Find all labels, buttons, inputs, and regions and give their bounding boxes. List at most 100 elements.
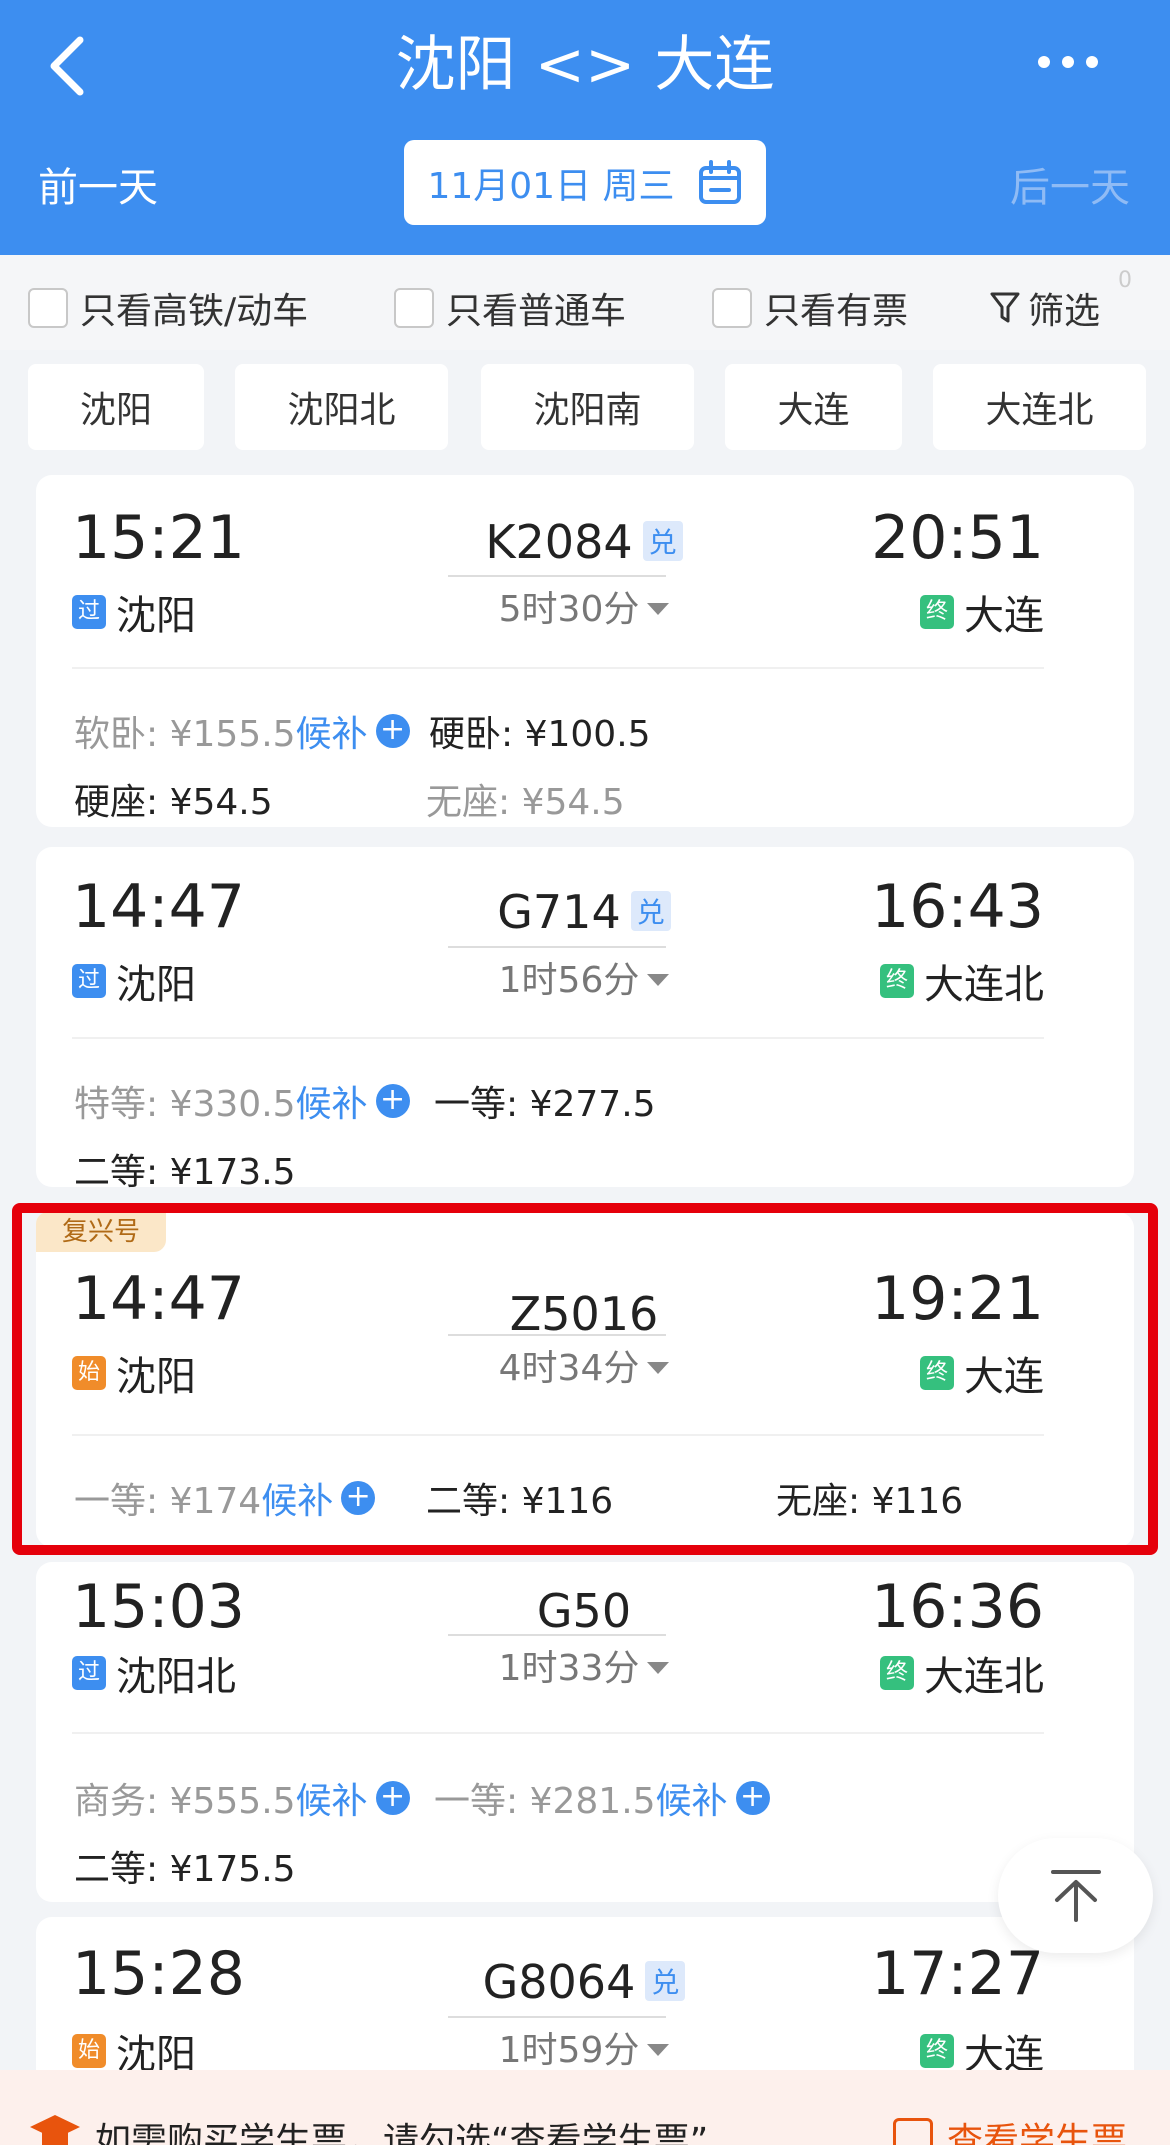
arrival-station: 终大连	[920, 2022, 1044, 2070]
filter-label: 筛选	[1028, 291, 1101, 332]
arrival-station: 终大连	[920, 1344, 1044, 1402]
departure-time: 15:28	[72, 1939, 245, 2009]
duration[interactable]: 1时56分	[414, 951, 754, 1003]
arrival-time: 19:21	[871, 1264, 1044, 1334]
station-chip[interactable]: 沈阳北	[235, 364, 448, 450]
exchange-badge: 兑	[645, 1961, 686, 2001]
train-card[interactable]: 15:28 G8064 兑 1时59分 17:27 始沈阳 终大连	[36, 1917, 1134, 2070]
more-menu-button[interactable]	[1028, 42, 1108, 82]
duration[interactable]: 1时33分	[414, 1639, 754, 1691]
header: 沈阳 <> 大连 前一天 11月01日 周三 后一天	[0, 0, 1170, 255]
arrival-station: 终大连北	[880, 1644, 1044, 1702]
departure-time: 14:47	[72, 1264, 245, 1334]
route-line	[448, 1334, 666, 1336]
terminal-tag-icon: 终	[880, 964, 914, 998]
terminal-tag-icon: 终	[880, 1656, 914, 1690]
route-line	[448, 946, 666, 948]
chevron-down-icon	[647, 1662, 670, 1674]
seat-price: 二等: ¥173.5	[74, 1152, 296, 1193]
train-number: Z5016	[509, 1287, 659, 1341]
waitlist-link[interactable]: 候补	[296, 1772, 368, 1824]
departure-station: 过沈阳	[72, 583, 196, 641]
calendar-icon	[698, 159, 741, 204]
train-card[interactable]: 14:47 G714 兑 1时56分 16:43 过沈阳 终大连北 特等: ¥33…	[36, 847, 1134, 1193]
plus-circle-icon[interactable]: +	[375, 714, 410, 748]
fuxing-ribbon: 复兴号	[36, 1212, 166, 1252]
origin-tag-icon: 始	[72, 1356, 106, 1390]
available-only-checkbox[interactable]: 只看有票	[712, 282, 908, 334]
more-dot-icon	[1038, 56, 1050, 68]
date-picker[interactable]: 11月01日 周三	[404, 140, 766, 225]
checkbox-label: 查看学生票	[947, 2121, 1128, 2145]
train-card[interactable]: 15:03 G50 1时33分 16:36 过沈阳北 终大连北 商务: ¥555…	[36, 1562, 1134, 1902]
duration[interactable]: 4时34分	[414, 1339, 754, 1391]
plus-circle-icon[interactable]: +	[735, 1781, 770, 1815]
departure-time: 14:47	[72, 872, 245, 942]
exchange-badge: 兑	[642, 521, 683, 561]
divider	[72, 1434, 1044, 1436]
filter-bar: 只看高铁/动车 只看普通车 只看有票 筛选	[0, 255, 1170, 350]
arrival-time: 16:43	[871, 872, 1044, 942]
checkbox-icon	[893, 2118, 933, 2145]
route-line	[448, 1634, 666, 1636]
seat-price: 一等: ¥277.5	[434, 1084, 656, 1125]
train-card[interactable]: 15:21 K2084 兑 5时30分 20:51 过沈阳 终大连 软卧: ¥15…	[36, 475, 1134, 827]
arrow-up-icon	[1050, 1869, 1101, 1922]
waitlist-link[interactable]: 候补	[296, 705, 368, 757]
seat-price: 二等: ¥175.5	[74, 1849, 296, 1890]
student-ticket-notice: 如需购买学生票，请勾选“查看学生票”	[95, 2121, 709, 2145]
filter-button[interactable]: 筛选	[990, 282, 1100, 334]
terminal-tag-icon: 终	[920, 2034, 954, 2068]
waitlist-link[interactable]: 候补	[296, 1075, 368, 1127]
station-chip[interactable]: 沈阳南	[481, 364, 694, 450]
plus-circle-icon[interactable]: +	[341, 1481, 376, 1515]
waitlist-link[interactable]: 候补	[656, 1772, 728, 1824]
pass-tag-icon: 过	[72, 1656, 106, 1690]
checkbox-icon	[394, 288, 434, 328]
more-dot-icon	[1086, 56, 1098, 68]
station-chip[interactable]: 沈阳	[28, 364, 204, 450]
duration[interactable]: 5时30分	[414, 580, 754, 632]
train-number: K2084 兑	[414, 515, 754, 569]
pass-tag-icon: 过	[72, 964, 106, 998]
seat-price: 一等: ¥174 候补 +	[74, 1472, 376, 1524]
chevron-down-icon	[647, 974, 670, 986]
station-chip[interactable]: 大连	[725, 364, 902, 450]
student-ticket-checkbox[interactable]: 查看学生票	[893, 2112, 1127, 2145]
chevron-down-icon	[647, 2044, 670, 2056]
exchange-badge: 兑	[630, 891, 671, 931]
seat-price: 硬卧: ¥100.5	[429, 714, 651, 755]
page-title: 沈阳 <> 大连	[395, 30, 775, 100]
plus-circle-icon[interactable]: +	[375, 1781, 410, 1815]
seat-price: 软卧: ¥155.5 候补 +	[74, 705, 410, 757]
back-to-top-button[interactable]	[998, 1838, 1153, 1953]
normal-train-only-checkbox[interactable]: 只看普通车	[394, 282, 626, 334]
seat-price: 特等: ¥330.5 候补 +	[74, 1075, 410, 1127]
departure-time: 15:03	[72, 1572, 245, 1642]
divider	[72, 1732, 1044, 1734]
seat-price: 无座: ¥116	[776, 1481, 964, 1522]
checkbox-label: 只看高铁/动车	[80, 291, 309, 332]
departure-station: 过沈阳北	[72, 1644, 236, 1702]
funnel-icon	[990, 292, 1020, 323]
waitlist-link[interactable]: 候补	[261, 1472, 333, 1524]
seat-price: 一等: ¥281.5 候补 +	[434, 1772, 770, 1824]
next-day-button[interactable]: 后一天	[1010, 155, 1130, 213]
arrival-time: 17:27	[871, 1939, 1044, 2009]
departure-station: 始沈阳	[72, 2022, 196, 2070]
previous-day-button[interactable]: 前一天	[38, 155, 158, 213]
seat-price: 硬座: ¥54.5	[74, 782, 273, 823]
divider	[72, 1037, 1044, 1039]
station-chip[interactable]: 大连北	[933, 364, 1146, 450]
arrival-time: 20:51	[871, 503, 1044, 573]
checkbox-label: 只看有票	[764, 291, 909, 332]
train-number: G8064 兑	[414, 1955, 754, 2009]
checkbox-icon	[712, 288, 752, 328]
high-speed-only-checkbox[interactable]: 只看高铁/动车	[28, 282, 308, 334]
plus-circle-icon[interactable]: +	[375, 1084, 410, 1118]
duration[interactable]: 1时59分	[414, 2021, 754, 2070]
filter-count: 0	[1118, 268, 1132, 293]
train-card[interactable]: 复兴号 14:47 Z5016 4时34分 19:21 始沈阳 终大连 一等: …	[36, 1212, 1134, 1547]
arrival-station: 终大连北	[880, 952, 1044, 1010]
origin-tag-icon: 始	[72, 2034, 106, 2068]
